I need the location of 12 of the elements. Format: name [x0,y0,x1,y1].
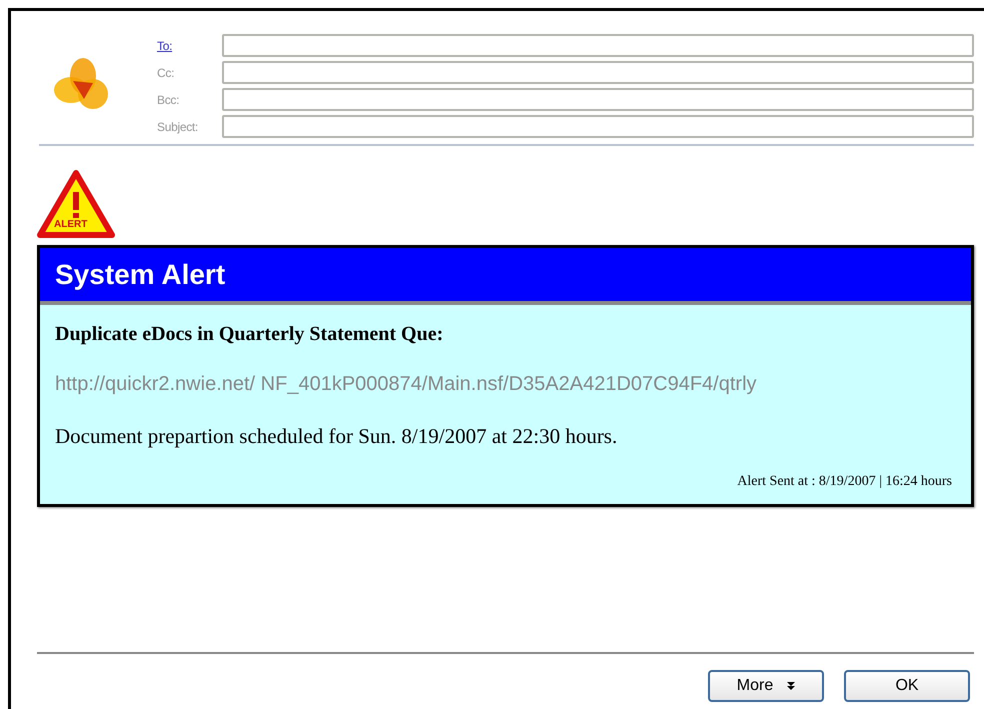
to-link[interactable]: To: [157,38,172,52]
field-label: Cc: [157,66,174,80]
field-label: Bcc: [157,92,180,106]
ok-button[interactable]: OK [844,670,970,702]
field-label: Subject: [157,120,198,134]
alert-icon-label: ALERT [54,220,88,230]
alert-url: http://quickr2.nwie.net/ NF_401kP000874/Main.nsf/D35A2A421D07C94F4/qtrly [55,372,758,397]
more-button[interactable]: More [708,670,824,702]
alert-title: System Alert [55,258,226,292]
alert-message: Document prepartion scheduled for Sun. 8/19/2007 at 22:30 hours. [55,423,618,450]
alert-sent-time: Alert Sent at : 8/19/2007 | 16:24 hours [737,472,952,490]
alert-heading: Duplicate eDocs in Quarterly Statement Que: [55,322,444,347]
